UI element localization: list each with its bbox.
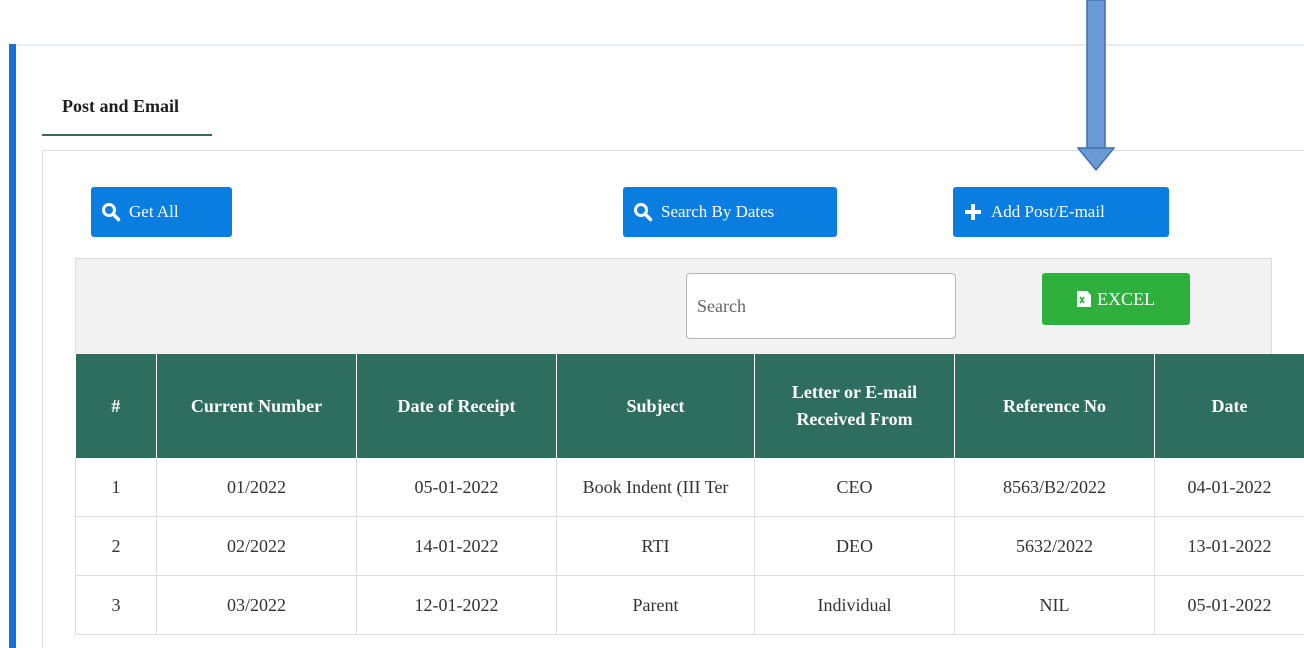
table-cell: DEO — [754, 516, 955, 576]
table-cell: 03/2022 — [156, 575, 357, 635]
table-cell: Parent — [556, 575, 755, 635]
search-by-dates-button[interactable]: Search By Dates — [623, 187, 837, 237]
table-cell: 8563/B2/2022 — [954, 458, 1155, 517]
tab-post-and-email[interactable]: Post and Email — [42, 96, 212, 136]
table-cell: 02/2022 — [156, 516, 357, 576]
excel-label: EXCEL — [1097, 288, 1155, 309]
table-cell: 14-01-2022 — [356, 516, 557, 576]
table-cell: 1 — [75, 458, 157, 517]
table-cell: Book Indent (III Ter — [556, 458, 755, 517]
table-cell: NIL — [954, 575, 1155, 635]
table-cell: 05-01-2022 — [1154, 575, 1304, 635]
table-cell: Individual — [754, 575, 955, 635]
search-icon — [102, 203, 121, 222]
table-cell: 04-01-2022 — [1154, 458, 1304, 517]
column-header[interactable]: Reference No — [954, 354, 1155, 458]
table-header-row: # Current Number Date of Receipt Subject… — [75, 354, 1304, 458]
column-header[interactable]: Date of Receipt — [356, 354, 557, 458]
post-email-table: # Current Number Date of Receipt Subject… — [75, 354, 1304, 635]
column-header[interactable]: Date — [1154, 354, 1304, 458]
table-cell: CEO — [754, 458, 955, 517]
table-cell: 01/2022 — [156, 458, 357, 517]
table-row: 3 03/2022 12-01-2022 Parent Individual N… — [75, 575, 1304, 635]
table-cell: 3 — [75, 575, 157, 635]
column-header[interactable]: # — [75, 354, 157, 458]
column-header[interactable]: Subject — [556, 354, 755, 458]
table-cell: 2 — [75, 516, 157, 576]
table-cell: 5632/2022 — [954, 516, 1155, 576]
plus-icon — [965, 204, 981, 220]
left-accent-bar — [9, 44, 16, 648]
excel-export-button[interactable]: EXCEL — [1042, 273, 1190, 325]
search-icon — [634, 203, 653, 222]
tab-label: Post and Email — [62, 96, 180, 116]
excel-file-icon — [1077, 291, 1091, 307]
table-row: 2 02/2022 14-01-2022 RTI DEO 5632/2022 1… — [75, 516, 1304, 576]
add-post-email-label: Add Post/E-mail — [991, 202, 1105, 221]
get-all-label: Get All — [129, 202, 179, 221]
get-all-button[interactable]: Get All — [91, 187, 232, 237]
table-cell: 13-01-2022 — [1154, 516, 1304, 576]
search-by-dates-label: Search By Dates — [661, 202, 775, 221]
column-header[interactable]: Letter or E-mail Received From — [754, 354, 955, 458]
down-arrow-icon — [1077, 0, 1116, 172]
column-header[interactable]: Current Number — [156, 354, 357, 458]
add-post-email-button[interactable]: Add Post/E-mail — [953, 187, 1169, 237]
table-row: 1 01/2022 05-01-2022 Book Indent (III Te… — [75, 458, 1304, 517]
search-input[interactable] — [686, 273, 956, 339]
table-cell: 05-01-2022 — [356, 458, 557, 517]
table-cell: 12-01-2022 — [356, 575, 557, 635]
page: Post and Email Get All Search By Dates A… — [0, 0, 1304, 648]
table-cell: RTI — [556, 516, 755, 576]
